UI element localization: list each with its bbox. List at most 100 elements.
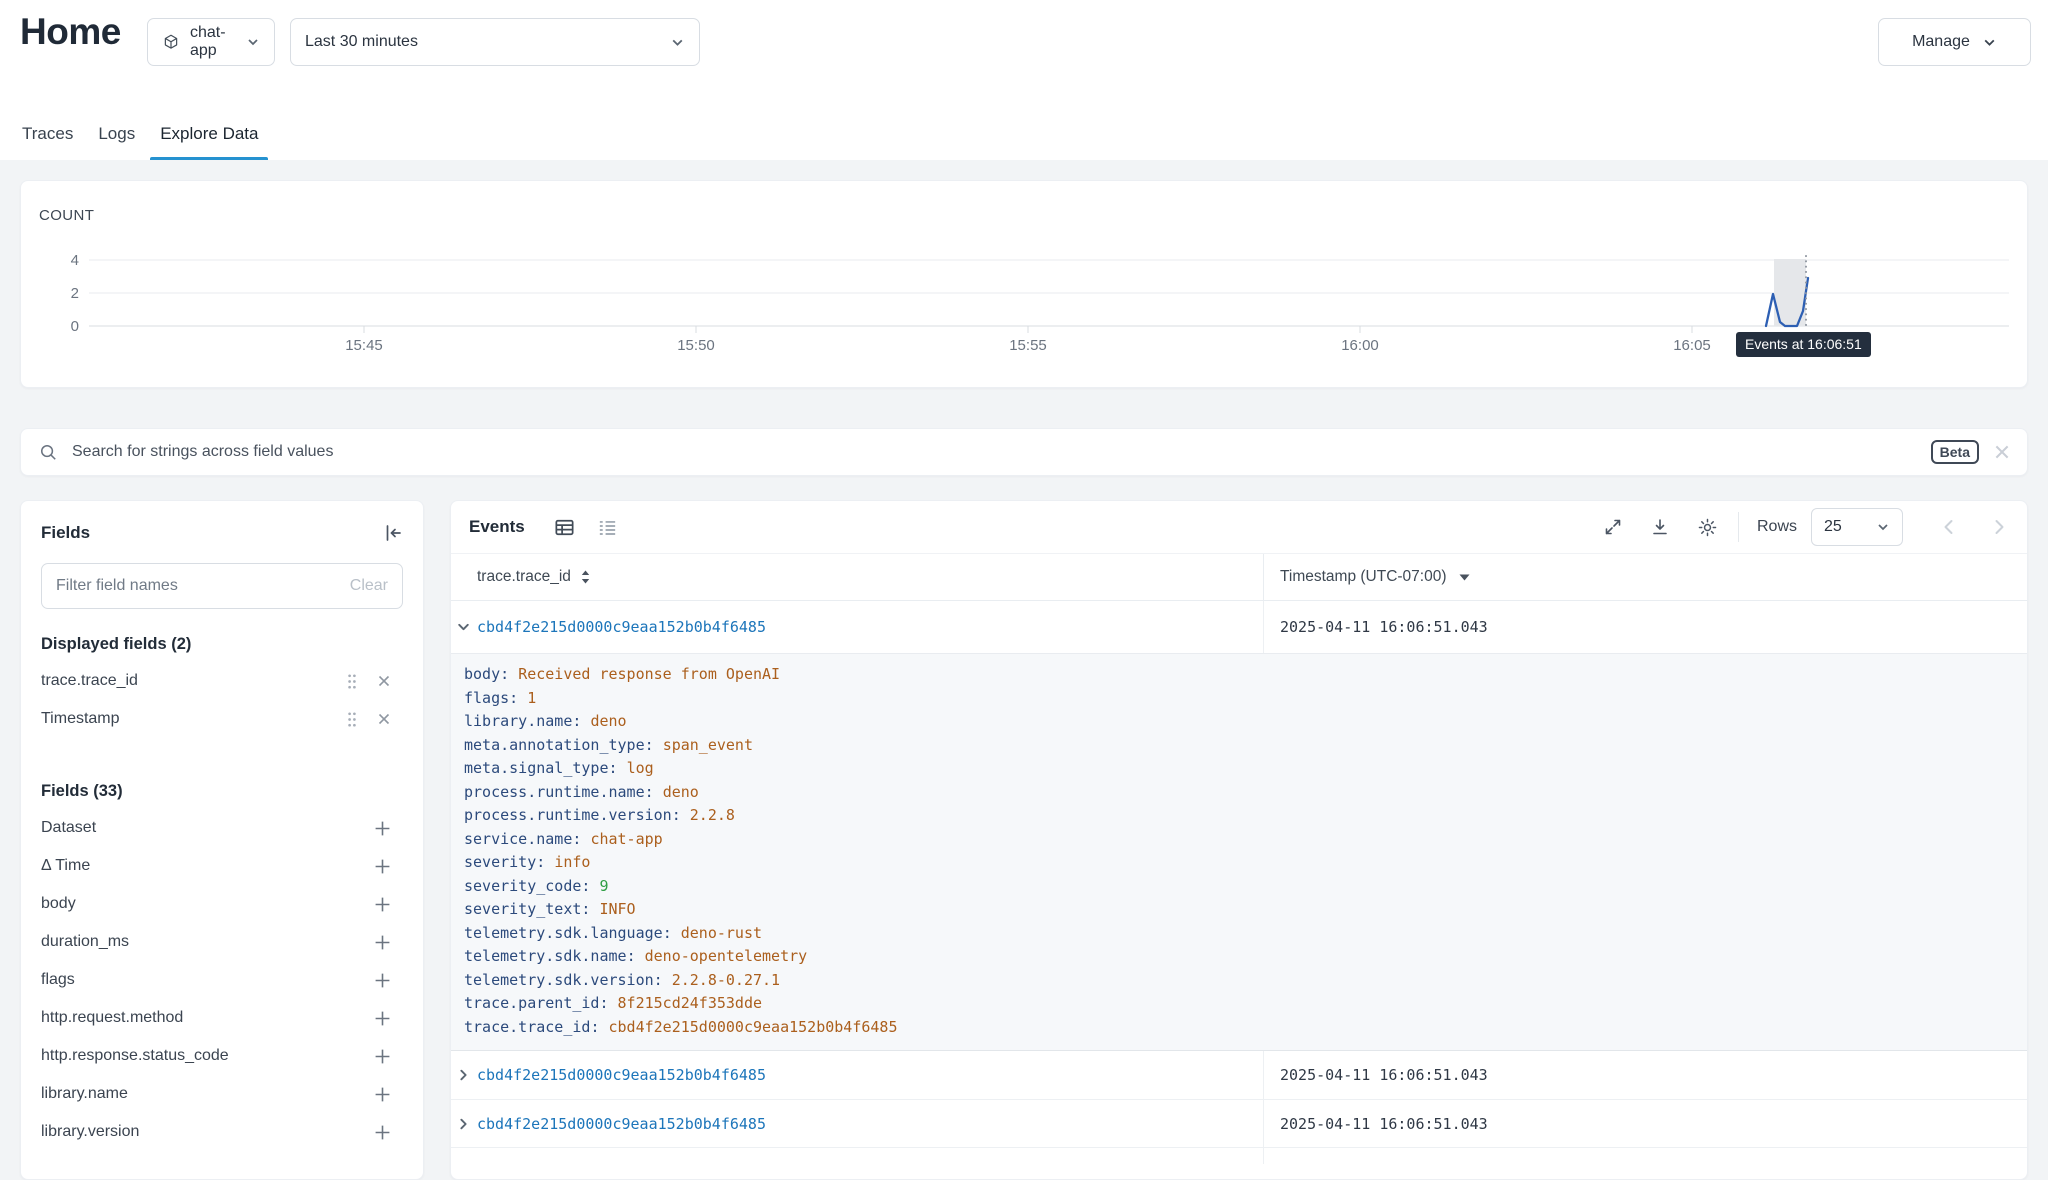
chevron-right-icon[interactable] xyxy=(456,1116,471,1131)
field-filter-input[interactable] xyxy=(56,577,342,595)
field-row[interactable]: http.request.method xyxy=(21,999,423,1037)
detail-key: process.runtime.name xyxy=(464,783,663,801)
detail-value: Received response from OpenAI xyxy=(518,665,780,683)
detail-line: flags1 xyxy=(464,687,2007,711)
add-field-icon[interactable] xyxy=(374,934,391,951)
add-field-icon[interactable] xyxy=(374,858,391,875)
detail-value: deno-rust xyxy=(681,924,762,942)
download-icon[interactable] xyxy=(1650,517,1670,537)
x-tick-label: 16:05 xyxy=(1673,337,1711,354)
events-panel-title: Events xyxy=(469,517,525,537)
detail-key: trace.parent_id xyxy=(464,994,618,1012)
list-view-icon[interactable] xyxy=(596,516,619,539)
trace-id-link[interactable]: cbd4f2e215d0000c9eaa152b0b4f6485 xyxy=(477,1066,766,1084)
sort-both-icon[interactable] xyxy=(581,570,590,584)
event-row-expanded[interactable]: cbd4f2e215d0000c9eaa152b0b4f6485 2025-04… xyxy=(451,601,2027,653)
field-row[interactable]: Dataset xyxy=(21,809,423,847)
add-field-icon[interactable] xyxy=(374,1086,391,1103)
trace-id-link[interactable]: cbd4f2e215d0000c9eaa152b0b4f6485 xyxy=(477,1115,766,1133)
trace-id-link[interactable]: cbd4f2e215d0000c9eaa152b0b4f6485 xyxy=(477,618,766,636)
field-row[interactable]: flags xyxy=(21,961,423,999)
all-fields-title: Fields (33) xyxy=(21,782,423,801)
time-range-select[interactable]: Last 30 minutes xyxy=(290,18,700,66)
next-page-icon[interactable] xyxy=(1989,517,2009,537)
event-row[interactable]: cbd4f2e215d0000c9eaa152b0b4f6485 2025-04… xyxy=(451,1099,2027,1147)
detail-key: body xyxy=(464,665,518,683)
expand-icon[interactable] xyxy=(1603,517,1623,537)
event-row[interactable]: cbd4f2e215d0000c9eaa152b0b4f6485 2025-04… xyxy=(451,1051,2027,1099)
add-field-icon[interactable] xyxy=(374,820,391,837)
displayed-field-row[interactable]: Timestamp xyxy=(21,700,423,738)
collapse-left-icon[interactable] xyxy=(383,523,403,543)
toolbar-divider xyxy=(1738,512,1739,542)
drag-handle-icon[interactable] xyxy=(347,673,357,690)
tab-bar: Traces Logs Explore Data xyxy=(22,109,258,160)
y-tick-label: 2 xyxy=(71,285,79,302)
page-title: Home xyxy=(20,11,121,53)
filter-clear-button[interactable]: Clear xyxy=(350,577,388,595)
y-tick-label: 0 xyxy=(71,318,79,335)
add-field-icon[interactable] xyxy=(374,972,391,989)
search-input[interactable] xyxy=(72,443,1917,461)
field-row[interactable]: library.version xyxy=(21,1113,423,1151)
field-name: http.response.status_code xyxy=(41,1047,374,1065)
close-search-icon[interactable] xyxy=(1993,443,2011,461)
column-header-timestamp[interactable]: Timestamp (UTC-07:00) xyxy=(1263,554,2027,600)
add-field-icon[interactable] xyxy=(374,896,391,913)
column-header-trace-id[interactable]: trace.trace_id xyxy=(451,554,1263,600)
count-chart[interactable]: 4 2 0 15:45 15:50 15:55 16:00 16:05 xyxy=(21,181,2029,389)
timestamp-value: 2025-04-11 16:06:51.043 xyxy=(1280,1115,1488,1133)
tab-logs[interactable]: Logs xyxy=(98,109,135,160)
displayed-field-row[interactable]: trace.trace_id xyxy=(21,662,423,700)
chevron-down-icon[interactable] xyxy=(456,620,471,635)
field-row[interactable]: duration_ms xyxy=(21,923,423,961)
detail-value: 2.2.8-0.27.1 xyxy=(672,971,780,989)
detail-value: 9 xyxy=(599,877,608,895)
column-header-label: trace.trace_id xyxy=(477,568,571,586)
field-name: Δ Time xyxy=(41,857,374,875)
detail-value: INFO xyxy=(599,900,635,918)
detail-line: telemetry.sdk.version2.2.8-0.27.1 xyxy=(464,969,2007,993)
dataset-select[interactable]: chat-app xyxy=(147,18,275,66)
table-view-icon[interactable] xyxy=(553,516,576,539)
manage-button[interactable]: Manage xyxy=(1878,18,2031,66)
remove-field-icon[interactable] xyxy=(377,712,391,726)
prev-page-icon[interactable] xyxy=(1939,517,1959,537)
tab-explore-data[interactable]: Explore Data xyxy=(160,109,258,160)
field-row[interactable]: http.response.status_code xyxy=(21,1037,423,1075)
displayed-fields-list: trace.trace_id Timestamp xyxy=(21,662,423,738)
detail-line: trace.parent_id8f215cd24f353dde xyxy=(464,992,2007,1016)
field-row[interactable]: body xyxy=(21,885,423,923)
event-row-partial xyxy=(451,1147,2027,1164)
column-header-label: Timestamp (UTC-07:00) xyxy=(1280,568,1447,586)
detail-value: cbd4f2e215d0000c9eaa152b0b4f6485 xyxy=(609,1018,898,1036)
detail-value: deno xyxy=(663,783,699,801)
settings-gear-icon[interactable] xyxy=(1697,517,1718,538)
magnifier-icon xyxy=(39,443,58,462)
fields-list: Dataset Δ Time body duration_ms xyxy=(21,809,423,1151)
x-tick-label: 15:50 xyxy=(677,337,715,354)
remove-field-icon[interactable] xyxy=(377,674,391,688)
displayed-fields-title: Displayed fields (2) xyxy=(21,635,423,654)
rows-per-page-select[interactable]: 25 xyxy=(1811,508,1903,546)
events-table-header: trace.trace_id Timestamp (UTC-07:00) xyxy=(451,553,2027,601)
gridlines xyxy=(89,260,2009,333)
field-row[interactable]: Δ Time xyxy=(21,847,423,885)
chevron-right-icon[interactable] xyxy=(456,1068,471,1083)
detail-value: info xyxy=(554,853,590,871)
detail-line: telemetry.sdk.languagedeno-rust xyxy=(464,922,2007,946)
detail-key: telemetry.sdk.version xyxy=(464,971,672,989)
add-field-icon[interactable] xyxy=(374,1010,391,1027)
event-detail: bodyReceived response from OpenAI flags1… xyxy=(451,653,2027,1051)
tab-traces[interactable]: Traces xyxy=(22,109,73,160)
add-field-icon[interactable] xyxy=(374,1048,391,1065)
detail-key: service.name xyxy=(464,830,590,848)
chevron-down-icon xyxy=(1876,520,1890,534)
drag-handle-icon[interactable] xyxy=(347,711,357,728)
field-row[interactable]: library.name xyxy=(21,1075,423,1113)
sort-desc-icon[interactable] xyxy=(1459,574,1470,581)
displayed-field-name: trace.trace_id xyxy=(41,672,347,690)
add-field-icon[interactable] xyxy=(374,1124,391,1141)
detail-value: 8f215cd24f353dde xyxy=(618,994,763,1012)
detail-key: telemetry.sdk.name xyxy=(464,947,645,965)
